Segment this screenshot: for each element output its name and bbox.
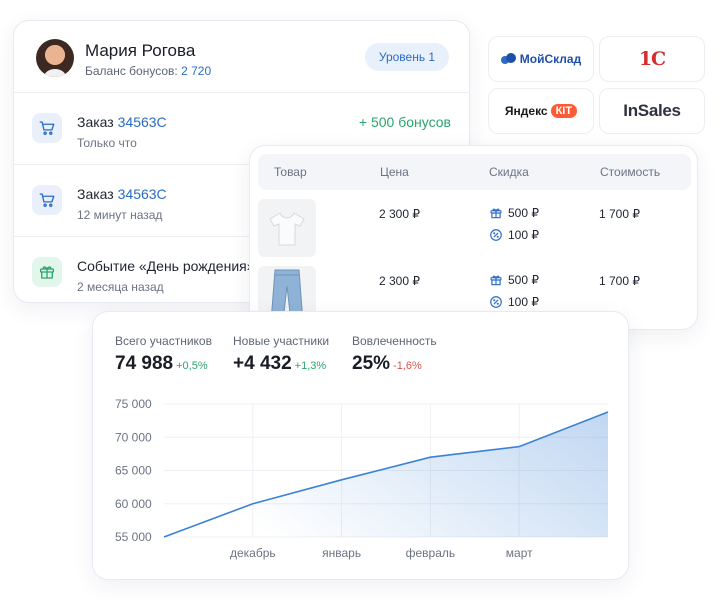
order-link[interactable]: 34563С	[118, 114, 167, 130]
row-bonus-discount: 500 ₽	[489, 273, 539, 287]
gift-icon	[490, 275, 502, 286]
column-header-item: Товар	[274, 165, 307, 179]
x-tick-label: январь	[322, 546, 361, 560]
insales-logo[interactable]: InSales	[599, 88, 705, 134]
event-title-text: Заказ	[77, 186, 114, 202]
bonus-balance-label: Баланс бонусов:	[85, 64, 178, 78]
event-title-text: Заказ	[77, 114, 114, 130]
profile-header: Мария Рогова Баланс бонусов: 2 720 Урове…	[14, 21, 469, 93]
cart-icon	[32, 185, 62, 215]
product-image-tshirt[interactable]	[258, 199, 316, 257]
row-bonus-discount: 500 ₽	[489, 206, 539, 220]
onec-logo[interactable]: 1С	[599, 36, 705, 82]
customer-name: Мария Рогова	[85, 41, 196, 60]
coupon-discount-value: 100 ₽	[508, 295, 539, 309]
yandex-kit-logo[interactable]: Яндекс КIT	[488, 88, 594, 134]
x-tick-label: декабрь	[230, 546, 276, 560]
kit-logo-text: КIT	[550, 104, 578, 118]
row-price: 2 300 ₽	[379, 207, 420, 221]
y-tick-label: 60 000	[115, 497, 152, 511]
event-title: Заказ 34563С	[77, 186, 167, 202]
bonus-discount-value: 500 ₽	[508, 206, 539, 220]
onec-logo-text: 1С	[638, 48, 666, 70]
row-cost: 1 700 ₽	[599, 207, 640, 221]
bonus-balance-value: 2 720	[181, 64, 212, 78]
discount-badge-icon	[490, 296, 502, 308]
row-cost: 1 700 ₽	[599, 274, 640, 288]
row-coupon-discount: 100 ₽	[489, 295, 539, 309]
event-time: Только что	[77, 136, 137, 150]
coupon-discount-value: 100 ₽	[508, 228, 539, 242]
avatar	[36, 39, 74, 77]
column-header-cost: Стоимость	[600, 165, 661, 179]
event-title: Заказ 34563С	[77, 114, 167, 130]
moysklad-mark-icon	[500, 53, 516, 64]
chart-area	[164, 411, 608, 537]
column-header-discount: Скидка	[489, 165, 529, 179]
cart-icon	[32, 113, 62, 143]
insales-logo-text: InSales	[623, 101, 681, 120]
event-time: 12 минут назад	[77, 208, 163, 222]
y-tick-label: 55 000	[115, 530, 152, 544]
bonus-balance: Баланс бонусов: 2 720	[85, 64, 211, 78]
yandex-logo-text: Яндекс	[504, 104, 548, 118]
gift-icon	[32, 257, 62, 287]
moysklad-logo[interactable]: МойСклад	[488, 36, 594, 82]
products-table: Товар Цена Скидка Стоимость 2 300 ₽ 500 …	[249, 145, 698, 330]
event-title: Событие «День рождения»	[77, 258, 255, 274]
yandex-kit-wordmark: Яндекс КIT	[504, 104, 578, 118]
x-tick-label: март	[506, 546, 533, 560]
y-tick-label: 70 000	[115, 430, 152, 444]
level-badge[interactable]: Уровень 1	[365, 43, 449, 71]
event-time: 2 месяца назад	[77, 280, 164, 294]
table-header: Товар Цена Скидка Стоимость	[258, 154, 691, 190]
gift-icon	[490, 208, 502, 219]
row-coupon-discount: 100 ₽	[489, 228, 539, 242]
members-stats-card: Всего участников 74 988 +0,5% Новые участ…	[92, 311, 629, 580]
x-tick-label: февраль	[406, 546, 456, 560]
discount-badge-icon	[490, 229, 502, 241]
column-header-price: Цена	[380, 165, 409, 179]
order-link[interactable]: 34563С	[118, 186, 167, 202]
y-tick-label: 65 000	[115, 464, 152, 478]
members-growth-chart: 75 000 70 000 65 000 60 000 55 000 декабрь янв…	[115, 397, 609, 560]
moysklad-logo-text: МойСклад	[519, 52, 582, 66]
row-price: 2 300 ₽	[379, 274, 420, 288]
tshirt-icon	[269, 212, 305, 246]
y-tick-label: 75 000	[115, 397, 152, 411]
bonus-discount-value: 500 ₽	[508, 273, 539, 287]
event-bonus: + 500 бонусов	[358, 114, 451, 130]
